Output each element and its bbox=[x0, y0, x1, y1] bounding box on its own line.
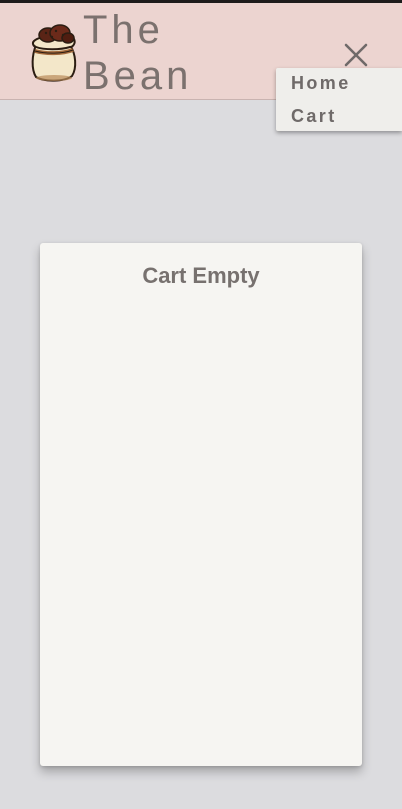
coffee-bean-sack-icon bbox=[26, 21, 82, 83]
brand-name: The Bean bbox=[83, 7, 192, 99]
cart-empty-title: Cart Empty bbox=[142, 263, 260, 288]
cart-panel: Cart Empty bbox=[40, 243, 362, 766]
menu-item-home[interactable]: Home bbox=[291, 73, 351, 94]
close-icon bbox=[344, 43, 368, 67]
brand-line-1: The bbox=[83, 8, 164, 52]
nav-dropdown-menu: Home Cart bbox=[276, 68, 402, 131]
brand-line-2: Bean bbox=[83, 54, 193, 98]
close-menu-button[interactable] bbox=[341, 41, 371, 71]
menu-item-cart[interactable]: Cart bbox=[291, 106, 337, 127]
